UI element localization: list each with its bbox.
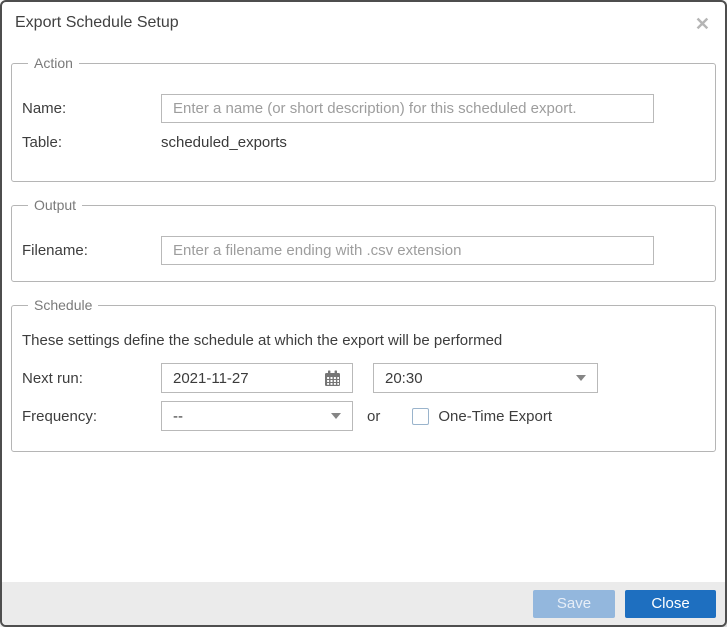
one-time-export-checkbox[interactable] [412, 407, 430, 425]
table-label: Table: [22, 134, 63, 151]
name-row: Name: [22, 94, 705, 123]
next-run-label: Next run: [22, 369, 83, 387]
action-section: Action Name: Table: scheduled_exports [11, 55, 716, 182]
frequency-value: -- [173, 407, 183, 425]
schedule-section-legend: Schedule [34, 297, 93, 313]
calendar-icon [324, 370, 341, 387]
table-value: scheduled_exports [161, 134, 287, 151]
save-button[interactable]: Save [533, 589, 615, 618]
action-section-legend: Action [34, 55, 73, 71]
next-run-date-picker[interactable]: 2021-11-27 [161, 363, 353, 393]
frequency-label: Frequency: [22, 407, 98, 425]
dialog-title: Export Schedule Setup [15, 14, 179, 31]
table-row: Table: scheduled_exports [22, 134, 705, 151]
filename-label: Filename: [22, 242, 88, 259]
one-time-export-label[interactable]: One-Time Export [438, 408, 552, 425]
dialog-titlebar: Export Schedule Setup ✕ [2, 2, 725, 34]
or-label: or [367, 407, 381, 425]
filename-row: Filename: [22, 236, 705, 265]
next-run-time-value: 20:30 [385, 369, 423, 387]
name-label: Name: [22, 100, 67, 117]
schedule-description: These settings define the schedule at wh… [22, 332, 503, 349]
output-section: Output Filename: [11, 197, 716, 282]
frequency-dropdown[interactable]: -- [161, 401, 353, 431]
frequency-row: Frequency: -- or One-Time Export [22, 401, 705, 431]
chevron-down-icon [331, 413, 341, 419]
chevron-down-icon [576, 375, 586, 381]
dialog-footer: Save Close [2, 582, 725, 625]
next-run-time-dropdown[interactable]: 20:30 [373, 363, 598, 393]
name-input[interactable] [161, 94, 654, 123]
next-run-row: Next run: 2021-11-27 20:30 [22, 363, 705, 393]
export-schedule-setup-dialog: Export Schedule Setup ✕ Action Name: Tab… [0, 0, 727, 627]
next-run-date-value: 2021-11-27 [173, 369, 249, 387]
close-icon[interactable]: ✕ [693, 14, 712, 34]
close-button[interactable]: Close [625, 589, 716, 618]
schedule-section: Schedule These settings define the sched… [11, 297, 716, 452]
output-section-legend: Output [34, 197, 77, 213]
filename-input[interactable] [161, 236, 654, 265]
